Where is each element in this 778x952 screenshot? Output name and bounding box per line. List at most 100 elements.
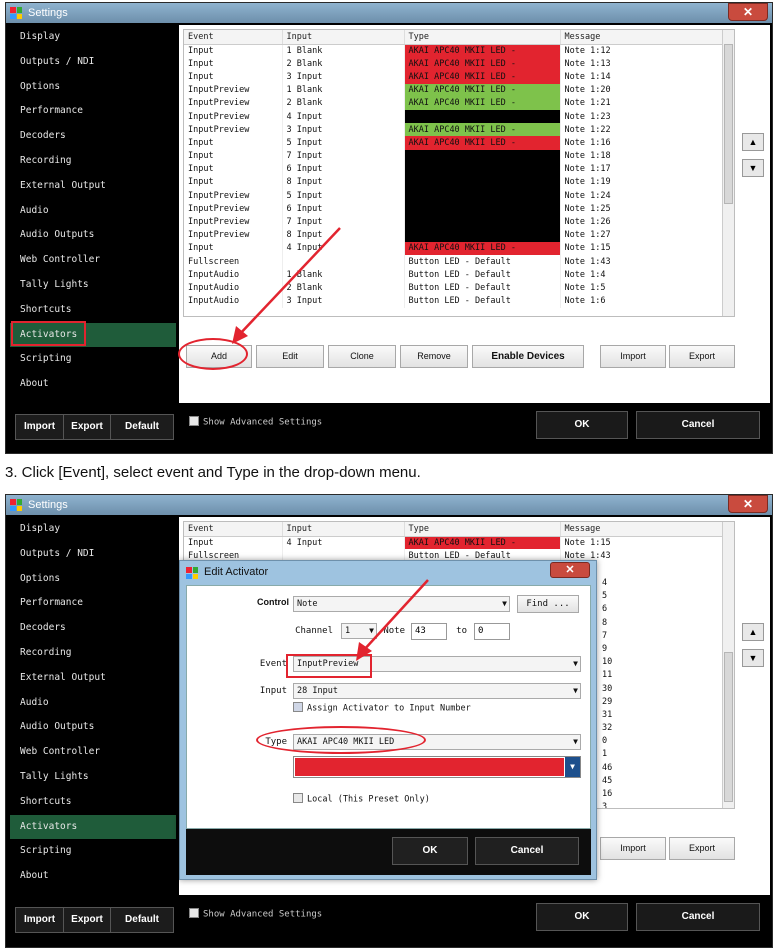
table-row[interactable]: Input 8 Input Note 1:19: [184, 175, 734, 190]
column-header-event[interactable]: Event: [184, 522, 283, 537]
sidebar-item-outputs-ndi[interactable]: Outputs / NDI: [10, 542, 176, 567]
find-button[interactable]: Find ...: [517, 595, 579, 613]
table-row[interactable]: InputPreview 3 Input AKAI APC40 MKII LED -…: [184, 123, 734, 137]
import-button[interactable]: Import: [600, 345, 666, 368]
move-down-button[interactable]: ▼: [742, 159, 764, 177]
sidebar-item-display[interactable]: Display: [10, 25, 176, 50]
dialog-ok-button[interactable]: OK: [392, 837, 468, 865]
color-dropdown-button[interactable]: ▼: [565, 757, 580, 777]
sidebar-item-about[interactable]: About: [10, 372, 176, 397]
remove-button[interactable]: Remove: [400, 345, 468, 368]
export-button[interactable]: Export: [669, 345, 735, 368]
table-row[interactable]: InputAudio 3 Input Button LED - Default Not…: [184, 294, 734, 308]
sidebar-item-performance[interactable]: Performance: [10, 99, 176, 124]
sidebar-item-options[interactable]: Options: [10, 75, 176, 100]
sidebar-item-tally-lights[interactable]: Tally Lights: [10, 765, 176, 790]
move-up-button[interactable]: ▲: [742, 623, 764, 641]
sidebar-item-display[interactable]: Display: [10, 517, 176, 542]
export-settings-button[interactable]: Export: [63, 414, 111, 440]
sidebar-item-audio[interactable]: Audio: [10, 199, 176, 224]
sidebar-item-decoders[interactable]: Decoders: [10, 616, 176, 641]
dialog-cancel-button[interactable]: Cancel: [475, 837, 579, 865]
export-button[interactable]: Export: [669, 837, 735, 860]
ok-button[interactable]: OK: [536, 903, 628, 931]
column-header-type[interactable]: Type: [404, 522, 561, 537]
sidebar-item-activators[interactable]: Activators: [10, 814, 176, 840]
table-row[interactable]: Fullscreen Button LED - Default Note 1:43: [184, 255, 734, 269]
table-scrollbar[interactable]: [722, 30, 734, 316]
sidebar-item-performance[interactable]: Performance: [10, 591, 176, 616]
sidebar-item-outputs-ndi[interactable]: Outputs / NDI: [10, 50, 176, 75]
table-row[interactable]: Input 5 Input AKAI APC40 MKII LED - Note 1:…: [184, 136, 734, 150]
close-icon[interactable]: ✕: [728, 3, 768, 21]
sidebar-item-external-output[interactable]: External Output: [10, 666, 176, 691]
sidebar-item-shortcuts[interactable]: Shortcuts: [10, 298, 176, 323]
sidebar-item-about[interactable]: About: [10, 864, 176, 889]
sidebar-item-audio-outputs[interactable]: Audio Outputs: [10, 715, 176, 740]
clone-button[interactable]: Clone: [328, 345, 396, 368]
sidebar-item-recording[interactable]: Recording: [10, 641, 176, 666]
sidebar-item-tally-lights[interactable]: Tally Lights: [10, 273, 176, 298]
sidebar-item-web-controller[interactable]: Web Controller: [10, 740, 176, 765]
table-row[interactable]: Input 4 Input AKAI APC40 MKII LED - Note 1:…: [184, 536, 734, 550]
sidebar-item-audio[interactable]: Audio: [10, 691, 176, 716]
table-row[interactable]: InputPreview 7 Input Note 1:26: [184, 215, 734, 229]
assign-checkbox[interactable]: [293, 702, 303, 712]
table-row[interactable]: InputPreview 2 Blank AKAI APC40 MKII LED -…: [184, 96, 734, 110]
sidebar-item-decoders[interactable]: Decoders: [10, 124, 176, 149]
control-select[interactable]: Note ▼: [293, 596, 510, 612]
import-settings-button[interactable]: Import: [15, 414, 64, 440]
sidebar-item-shortcuts[interactable]: Shortcuts: [10, 790, 176, 815]
channel-select[interactable]: 1 ▼: [341, 623, 377, 639]
assign-activator-option[interactable]: Assign Activator to Input Number: [293, 702, 471, 714]
default-settings-button[interactable]: Default: [110, 907, 174, 933]
table-scrollbar[interactable]: [722, 522, 734, 808]
table-row[interactable]: Input 2 Blank AKAI APC40 MKII LED - Note 1:…: [184, 57, 734, 71]
move-up-button[interactable]: ▲: [742, 133, 764, 151]
column-header-message[interactable]: Message: [560, 522, 734, 537]
import-button[interactable]: Import: [600, 837, 666, 860]
table-row[interactable]: InputPreview 5 Input Note 1:24: [184, 189, 734, 203]
table-row[interactable]: Input 4 Input AKAI APC40 MKII LED - Note 1:…: [184, 241, 734, 255]
enable-devices-button[interactable]: Enable Devices: [472, 345, 584, 368]
column-header-event[interactable]: Event: [184, 30, 283, 45]
table-row[interactable]: InputPreview 6 Input Note 1:25: [184, 202, 734, 216]
move-down-button[interactable]: ▼: [742, 649, 764, 667]
local-option[interactable]: Local (This Preset Only): [293, 793, 430, 805]
note-from-input[interactable]: 43: [411, 623, 447, 640]
table-row[interactable]: Input 6 Input Note 1:17: [184, 162, 734, 176]
sidebar-item-web-controller[interactable]: Web Controller: [10, 248, 176, 273]
local-checkbox[interactable]: [293, 793, 303, 803]
show-advanced-settings[interactable]: Show Advanced Settings: [189, 908, 322, 920]
table-row[interactable]: InputAudio 2 Blank Button LED - Default Not…: [184, 281, 734, 295]
table-row[interactable]: Input 1 Blank AKAI APC40 MKII LED - Note 1:…: [184, 44, 734, 58]
table-row[interactable]: InputPreview 1 Blank AKAI APC40 MKII LED -…: [184, 83, 734, 97]
note-to-input[interactable]: 0: [474, 623, 510, 640]
column-header-message[interactable]: Message: [560, 30, 734, 45]
default-settings-button[interactable]: Default: [110, 414, 174, 440]
advanced-checkbox[interactable]: [189, 908, 199, 918]
show-advanced-settings[interactable]: Show Advanced Settings: [189, 416, 322, 428]
ok-button[interactable]: OK: [536, 411, 628, 439]
table-row[interactable]: InputPreview 8 Input Note 1:27: [184, 228, 734, 242]
table-row[interactable]: Input 3 Input AKAI APC40 MKII LED - Note 1:…: [184, 70, 734, 84]
color-picker[interactable]: ▼: [293, 756, 581, 778]
edit-button[interactable]: Edit: [256, 345, 324, 368]
table-row[interactable]: Input 7 Input Note 1:18: [184, 149, 734, 163]
import-settings-button[interactable]: Import: [15, 907, 64, 933]
sidebar-item-external-output[interactable]: External Output: [10, 174, 176, 199]
sidebar-item-audio-outputs[interactable]: Audio Outputs: [10, 223, 176, 248]
sidebar-item-recording[interactable]: Recording: [10, 149, 176, 174]
cancel-button[interactable]: Cancel: [636, 903, 760, 931]
sidebar-item-scripting[interactable]: Scripting: [10, 347, 176, 372]
sidebar-item-scripting[interactable]: Scripting: [10, 839, 176, 864]
close-icon[interactable]: ✕: [728, 495, 768, 513]
table-row[interactable]: InputPreview 4 Input Note 1:23: [184, 109, 734, 124]
column-header-input[interactable]: Input: [282, 30, 405, 45]
export-settings-button[interactable]: Export: [63, 907, 111, 933]
sidebar-item-options[interactable]: Options: [10, 567, 176, 592]
cancel-button[interactable]: Cancel: [636, 411, 760, 439]
dialog-close-icon[interactable]: ✕: [550, 562, 590, 578]
advanced-checkbox[interactable]: [189, 416, 199, 426]
column-header-type[interactable]: Type: [404, 30, 561, 45]
